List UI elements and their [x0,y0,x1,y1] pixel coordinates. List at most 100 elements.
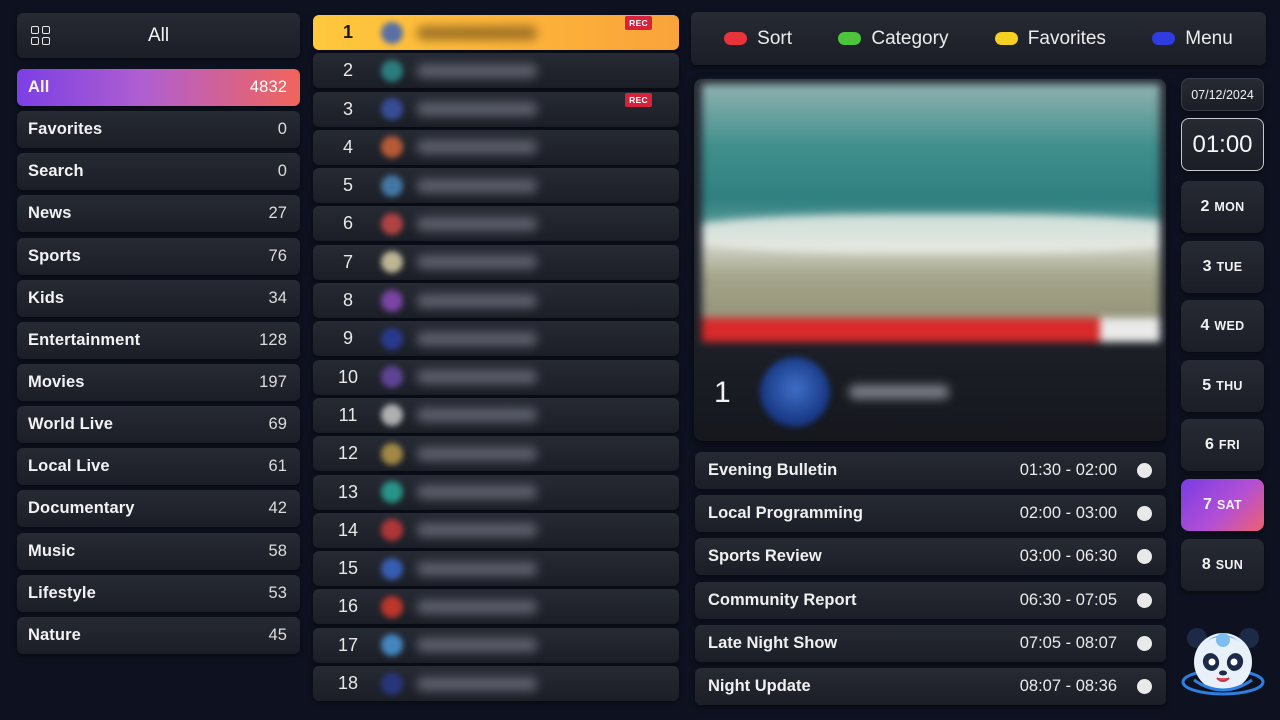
category-label: News [28,204,72,223]
reminder-dot-icon[interactable] [1137,635,1152,651]
channel-name-blurred [417,676,537,691]
category-item[interactable]: Lifestyle 53 [17,574,300,612]
channel-name-blurred [417,216,537,231]
program-title: Late Night Show [708,633,838,652]
channel-row[interactable]: 7 [313,244,679,280]
reminder-dot-icon[interactable] [1137,592,1152,608]
epg-row[interactable]: Night Update 08:07 - 08:36 [695,667,1166,705]
channel-row[interactable]: 14 [313,512,679,548]
channel-name-blurred [417,63,537,78]
day-button[interactable]: 5 THU [1181,359,1264,412]
day-button[interactable]: 6 FRI [1181,419,1264,472]
preview-channel-name-blurred [849,385,949,399]
channel-logo [381,519,403,542]
color-key-dot-icon [838,32,862,45]
channel-name-blurred [417,408,537,423]
category-item[interactable]: Movies 197 [17,363,300,401]
day-button[interactable]: 7 SAT [1181,478,1264,531]
color-key-menu[interactable]: Menu [1152,28,1233,50]
category-item[interactable]: All 4832 [17,69,300,106]
channel-row[interactable]: 5 [313,168,679,204]
channel-row[interactable]: 15 [313,551,679,587]
channel-row[interactable]: 17 [313,627,679,663]
program-time: 06:30 - 07:05 [1019,590,1117,609]
category-item[interactable]: Favorites 0 [17,111,300,149]
day-button[interactable]: 3 TUE [1181,240,1264,293]
channel-number: 15 [337,558,359,579]
video-player[interactable] [702,84,1160,342]
channel-logo [381,442,403,465]
program-time: 03:00 - 06:30 [1019,547,1117,566]
day-weekday: SUN [1215,557,1244,572]
category-count: 4832 [249,78,287,96]
color-key-favorites[interactable]: Favorites [994,28,1106,50]
channel-number: 6 [342,213,353,234]
channel-row[interactable]: 2 [313,53,679,89]
reminder-dot-icon[interactable] [1137,549,1152,565]
channel-row[interactable]: 11 [313,397,679,433]
channel-row[interactable]: 13 [313,474,679,510]
channel-number: 1 [342,22,353,42]
channel-row[interactable]: 16 [313,589,679,625]
channel-row[interactable]: 12 [313,436,679,472]
epg-row[interactable]: Sports Review 03:00 - 06:30 [695,538,1166,576]
epg-row[interactable]: Evening Bulletin 01:30 - 02:00 [695,452,1166,489]
channel-row[interactable]: 4 [313,129,679,165]
reminder-dot-icon[interactable] [1137,463,1152,478]
channel-logo [381,98,403,121]
channel-row[interactable]: 3 REC [313,91,679,127]
category-count: 0 [277,120,287,139]
color-key-sort[interactable]: Sort [724,28,792,50]
channel-number: 7 [342,251,353,272]
rec-badge: REC [625,92,652,107]
category-item[interactable]: Music 58 [17,532,300,570]
category-count: 69 [268,415,287,434]
day-button[interactable]: 8 SUN [1181,538,1264,591]
channel-row[interactable]: 9 [313,321,679,357]
preview-channel-number: 1 [714,376,731,409]
category-item[interactable]: World Live 69 [17,406,300,444]
epg-row[interactable]: Community Report 06:30 - 07:05 [695,581,1166,619]
channel-number: 4 [342,136,353,157]
channel-preview[interactable]: 1 [694,79,1166,441]
category-count: 0 [277,162,287,181]
category-count: 197 [259,372,287,391]
category-item[interactable]: Entertainment 128 [17,321,300,359]
channel-logo [381,289,403,312]
channel-row[interactable]: 10 [313,359,679,395]
day-button[interactable]: 2 MON [1181,181,1264,233]
channel-logo [381,366,403,389]
category-item[interactable]: Nature 45 [17,616,300,654]
category-count: 42 [268,499,287,518]
category-label: Nature [28,625,81,644]
category-label: Favorites [28,120,103,139]
day-weekday: MON [1214,200,1245,214]
epg-row[interactable]: Local Programming 02:00 - 03:00 [695,495,1166,533]
channel-name-blurred [417,25,537,40]
category-item[interactable]: Local Live 61 [17,448,300,486]
channel-row[interactable]: 8 [313,283,679,319]
program-title: Sports Review [708,547,822,566]
category-item[interactable]: Search 0 [17,153,300,191]
color-key-category[interactable]: Category [838,28,948,50]
day-number: 3 [1202,257,1212,275]
channel-number: 3 [342,98,353,119]
channel-logo [381,251,403,274]
day-number: 7 [1203,495,1212,513]
reminder-dot-icon[interactable] [1137,506,1152,522]
channel-row[interactable]: 6 [313,206,679,242]
day-weekday: FRI [1218,438,1240,453]
channel-row[interactable]: 18 [313,666,679,702]
channel-logo [381,136,403,159]
program-time: 02:00 - 03:00 [1019,504,1117,523]
category-item[interactable]: Kids 34 [17,279,300,317]
reminder-dot-icon[interactable] [1137,678,1152,694]
day-button[interactable]: 4 WED [1181,300,1264,353]
category-header[interactable]: All [17,13,300,58]
channel-row[interactable]: 1 REC [313,15,679,50]
category-item[interactable]: Documentary 42 [17,490,300,528]
epg-row[interactable]: Late Night Show 07:05 - 08:07 [695,624,1166,662]
category-item[interactable]: News 27 [17,195,300,233]
category-label: Music [28,541,76,560]
category-item[interactable]: Sports 76 [17,237,300,275]
